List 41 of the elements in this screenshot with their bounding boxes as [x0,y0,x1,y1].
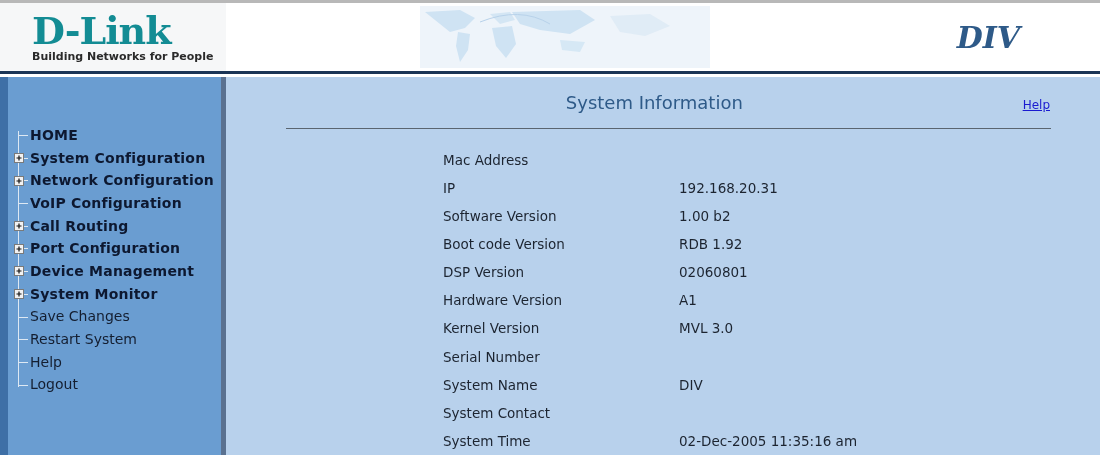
field-value: MVL 3.0 [679,319,734,339]
logo-tagline: Building Networks for People [32,49,214,63]
nav-link[interactable]: Call Routing [30,215,129,237]
field-label: Serial Number [443,347,541,367]
nav-link[interactable]: Help [30,351,62,373]
nav-link[interactable]: Port Configuration [30,238,181,260]
field-label: DSP Version [443,263,526,283]
expand-icon[interactable] [14,175,24,186]
nav-link[interactable]: Network Configuration [30,170,214,192]
nav-link[interactable]: Restart System [30,329,137,351]
field-value: RDB 1.92 [679,235,743,255]
expand-icon[interactable] [14,221,24,232]
expand-icon[interactable] [14,153,24,164]
expand-icon[interactable] [14,289,24,300]
nav-link[interactable]: HOME [30,124,78,146]
field-label: System Time [443,431,532,451]
field-value: DIV [679,375,703,395]
field-value: 1.00 b2 [679,207,731,227]
field-value: 192.168.20.31 [679,179,778,198]
field-value: A1 [679,291,697,311]
help-link[interactable]: Help [1022,96,1050,115]
field-label: System Name [443,375,539,395]
nav-link[interactable]: System Configuration [30,147,206,169]
field-label: Software Version [443,207,558,227]
field-label: Mac Address [443,150,530,170]
field-value: 02-Dec-2005 11:35:16 am [679,431,858,451]
field-label: Hardware Version [443,291,564,311]
expand-icon[interactable] [14,266,24,277]
field-label: System Contact [443,403,552,423]
field-label: Boot code Version [443,235,566,255]
field-value: 02060801 [679,263,748,283]
nav-link[interactable]: Logout [30,374,78,396]
nav-link[interactable]: Save Changes [30,306,130,328]
field-label: Kernel Version [443,319,541,339]
page-title: System Information [565,91,743,116]
field-label: IP [443,179,457,198]
nav-link[interactable]: Device Management [30,260,195,282]
nav-link[interactable]: VoIP Configuration [30,192,182,214]
brand-logo: D-Link [32,11,171,50]
expand-icon[interactable] [14,243,24,254]
nav-link[interactable]: System Monitor [30,283,158,305]
